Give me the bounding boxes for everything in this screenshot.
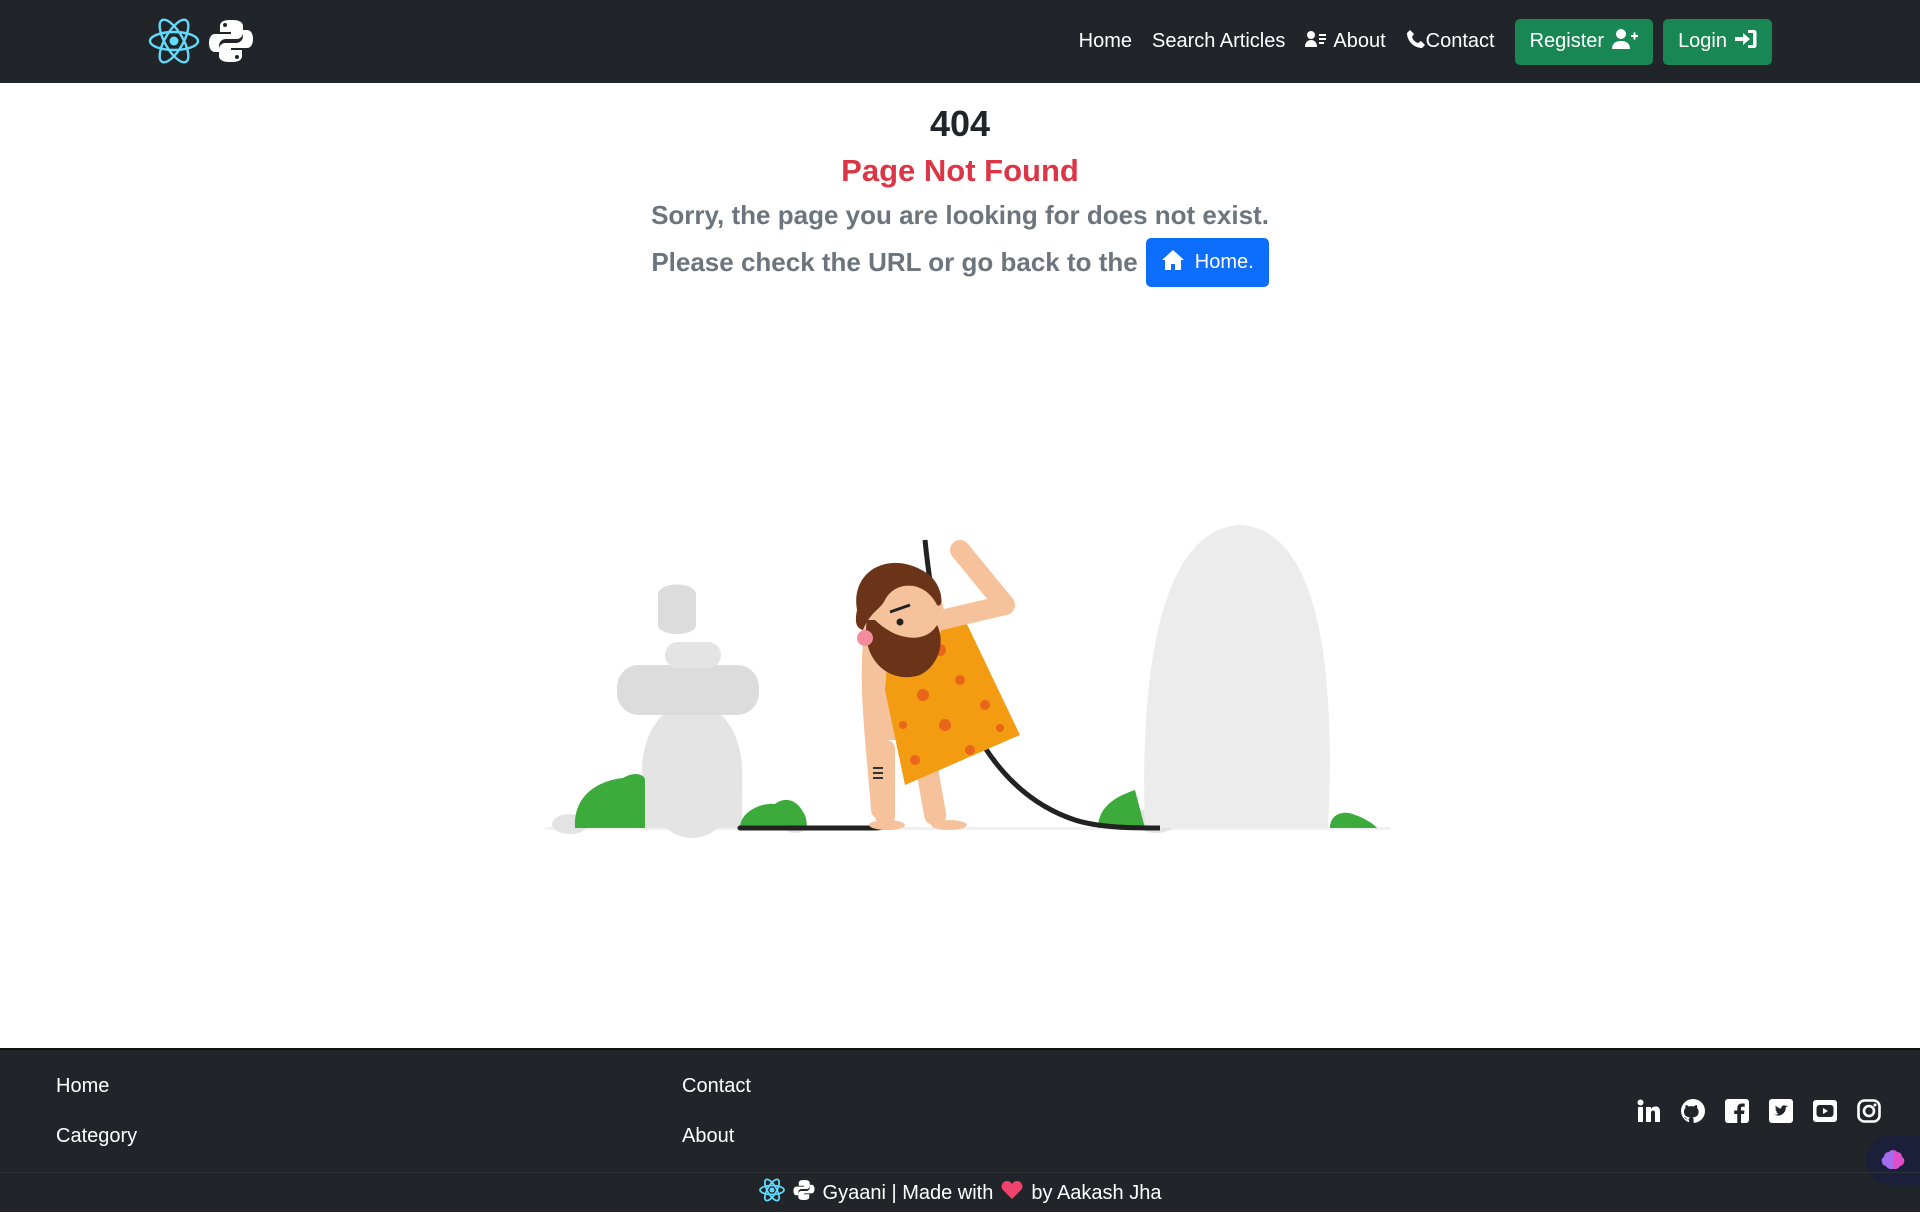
nav-search-articles-link[interactable]: Search Articles [1142, 30, 1295, 53]
react-logo-icon[interactable] [148, 14, 202, 68]
login-label: Login [1678, 30, 1727, 52]
go-home-button[interactable]: Home. [1145, 238, 1269, 287]
footer-about-link[interactable]: About [682, 1125, 734, 1148]
error-code: 404 [929, 103, 991, 144]
social-links [1636, 1098, 1882, 1124]
error-message: Sorry, the page you are looking for does… [651, 200, 1269, 230]
sign-in-icon [1735, 29, 1757, 55]
copyright-author-text: by Aakash Jha [1031, 1181, 1162, 1204]
nav-links: Home Search Articles About Contact Regis… [1069, 0, 1772, 83]
nav-about-label: About [1333, 30, 1386, 52]
register-button[interactable]: Register [1514, 18, 1654, 65]
error-help-text: Please check the URL or go back to the [651, 247, 1138, 277]
footer: Home Category Contact About Gyaani | Mad… [0, 1048, 1920, 1212]
footer-home-link[interactable]: Home [56, 1075, 109, 1098]
nav-contact-link[interactable]: Contact [1396, 29, 1505, 55]
go-home-label: Home. [1194, 251, 1254, 273]
heart-icon [1001, 1180, 1023, 1206]
python-logo-icon[interactable] [208, 14, 262, 68]
phone-icon [1406, 29, 1426, 55]
error-help-line: Please check the URL or go back to the H… [0, 238, 1920, 287]
instagram-icon[interactable] [1856, 1098, 1882, 1124]
nav-home-link[interactable]: Home [1069, 30, 1142, 53]
error-title: Page Not Found [841, 153, 1079, 188]
login-button[interactable]: Login [1663, 18, 1772, 65]
github-icon[interactable] [1680, 1098, 1706, 1124]
copyright-site-text: Gyaani | Made with [822, 1181, 994, 1204]
python-logo-icon [793, 1179, 815, 1207]
twitter-icon[interactable] [1768, 1098, 1794, 1124]
register-label: Register [1529, 30, 1605, 52]
youtube-icon[interactable] [1812, 1098, 1838, 1124]
user-plus-icon [1612, 28, 1639, 55]
facebook-icon[interactable] [1724, 1098, 1750, 1124]
footer-contact-link[interactable]: Contact [682, 1075, 751, 1098]
nav-about-link[interactable]: About [1295, 30, 1395, 54]
linkedin-icon[interactable] [1636, 1098, 1662, 1124]
copyright-bar: Gyaani | Made with by Aakash Jha [0, 1172, 1920, 1213]
home-icon [1161, 249, 1185, 277]
user-list-icon [1305, 30, 1327, 54]
footer-category-link[interactable]: Category [56, 1125, 137, 1148]
nav-home-label: Home [1078, 30, 1132, 52]
nav-contact-label: Contact [1425, 30, 1495, 52]
react-logo-icon [758, 1178, 785, 1208]
nav-search-label: Search Articles [1151, 30, 1286, 52]
caveman-404-illustration [545, 440, 1390, 840]
navbar: Home Search Articles About Contact Regis… [0, 0, 1920, 83]
